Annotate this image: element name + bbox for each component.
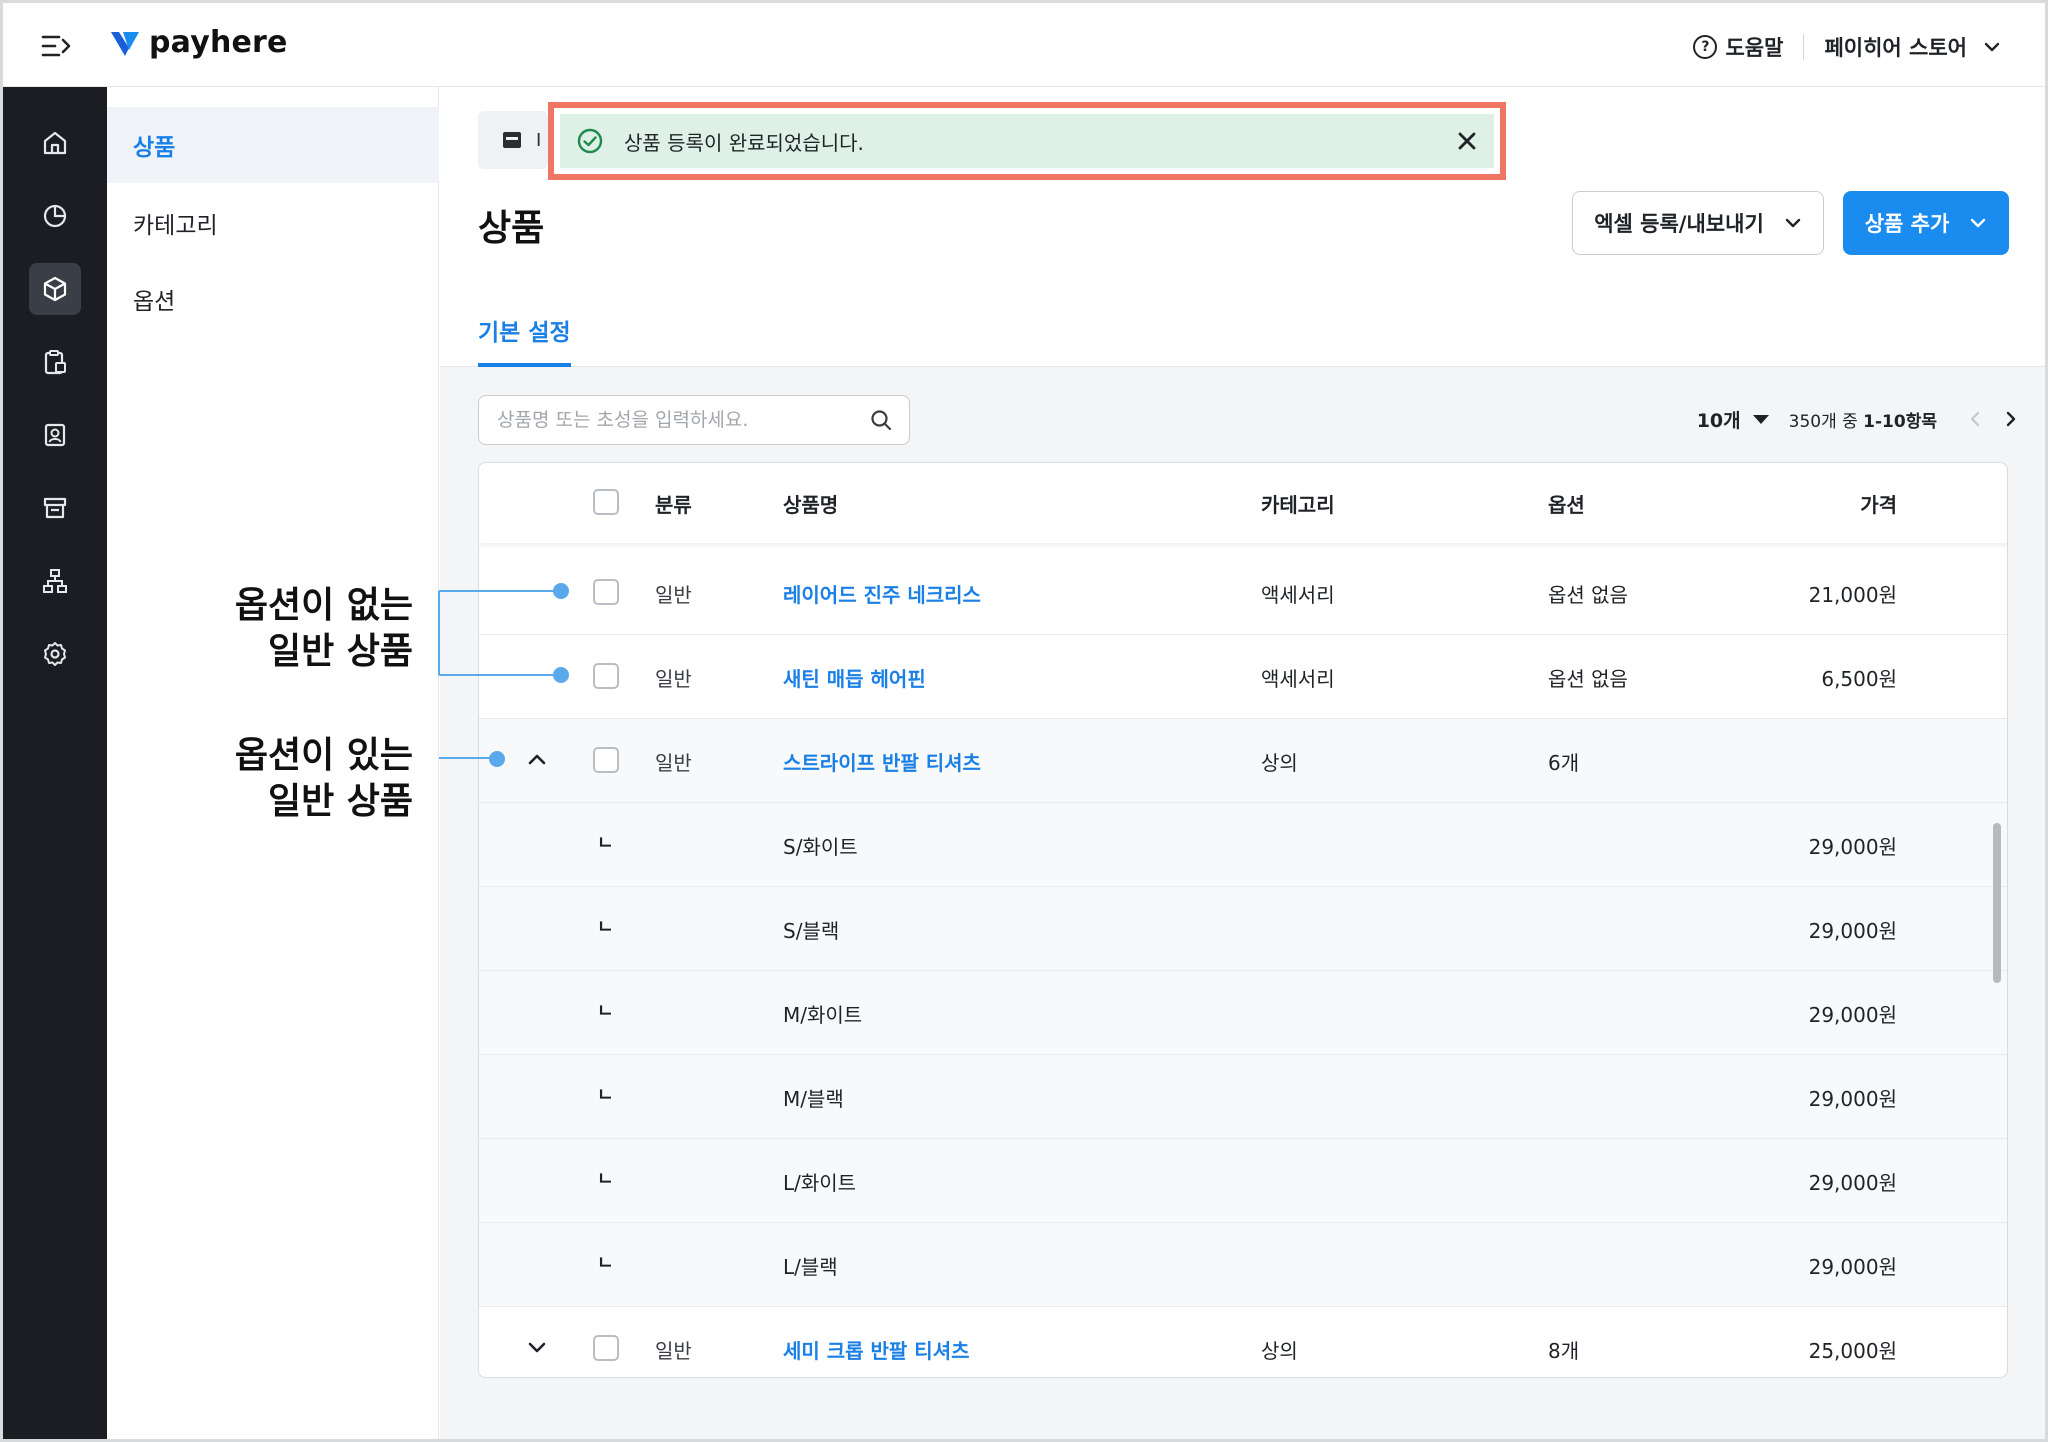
connector-dot [553, 667, 569, 683]
connector-dot [553, 583, 569, 599]
annotation-connectors [438, 583, 569, 767]
check-circle-icon [577, 128, 603, 154]
connector-bracket [438, 590, 561, 676]
app-frame: payhere ? 도움말 페이히어 스토어 상품 카테고리 옵션 I 상품 엑… [0, 0, 2048, 1442]
success-toast: 상품 등록이 완료되었습니다. [560, 114, 1494, 168]
connector-dot [489, 751, 505, 767]
toast-message: 상품 등록이 완료되었습니다. [624, 130, 864, 155]
close-icon[interactable] [1454, 128, 1480, 154]
